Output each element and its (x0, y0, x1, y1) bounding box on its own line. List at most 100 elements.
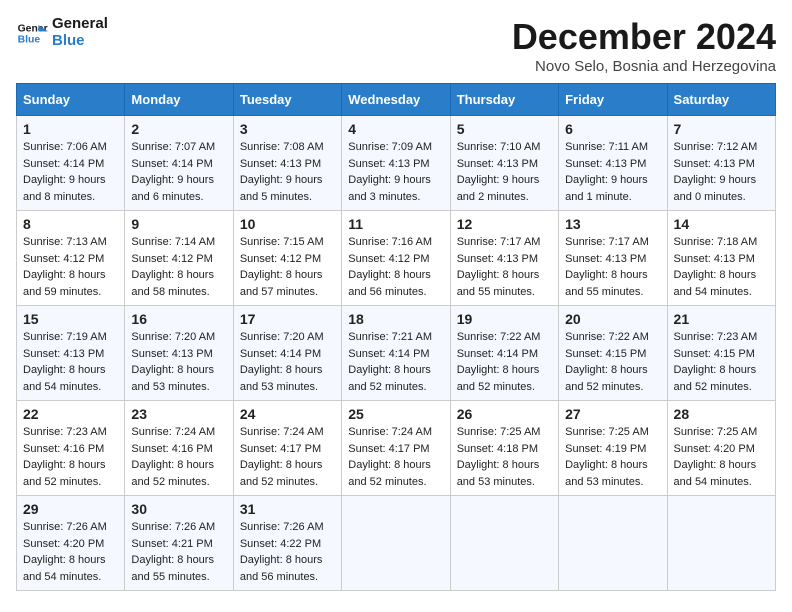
sunset-text: Sunset: 4:13 PM (674, 253, 755, 265)
daylight-text: Daylight: 8 hours and 52 minutes. (565, 364, 648, 393)
calendar-cell (559, 496, 667, 591)
day-info: Sunrise: 7:24 AM Sunset: 4:16 PM Dayligh… (131, 424, 226, 490)
day-info: Sunrise: 7:11 AM Sunset: 4:13 PM Dayligh… (565, 139, 660, 205)
day-number: 5 (457, 121, 552, 137)
sunset-text: Sunset: 4:13 PM (565, 158, 646, 170)
day-info: Sunrise: 7:26 AM Sunset: 4:21 PM Dayligh… (131, 519, 226, 585)
logo-line1: General (52, 16, 108, 33)
sunrise-text: Sunrise: 7:23 AM (23, 426, 107, 438)
day-info: Sunrise: 7:20 AM Sunset: 4:13 PM Dayligh… (131, 329, 226, 395)
sunset-text: Sunset: 4:19 PM (565, 443, 646, 455)
day-number: 24 (240, 406, 335, 422)
daylight-text: Daylight: 8 hours and 58 minutes. (131, 269, 214, 298)
day-info: Sunrise: 7:08 AM Sunset: 4:13 PM Dayligh… (240, 139, 335, 205)
day-number: 6 (565, 121, 660, 137)
daylight-text: Daylight: 8 hours and 55 minutes. (457, 269, 540, 298)
daylight-text: Daylight: 9 hours and 5 minutes. (240, 174, 323, 203)
calendar-week-row: 1 Sunrise: 7:06 AM Sunset: 4:14 PM Dayli… (17, 116, 776, 211)
day-number: 9 (131, 216, 226, 232)
sunset-text: Sunset: 4:12 PM (23, 253, 104, 265)
sunrise-text: Sunrise: 7:08 AM (240, 141, 324, 153)
daylight-text: Daylight: 8 hours and 55 minutes. (131, 554, 214, 583)
day-info: Sunrise: 7:24 AM Sunset: 4:17 PM Dayligh… (348, 424, 443, 490)
calendar-cell: 4 Sunrise: 7:09 AM Sunset: 4:13 PM Dayli… (342, 116, 450, 211)
sunset-text: Sunset: 4:22 PM (240, 538, 321, 550)
day-number: 1 (23, 121, 118, 137)
calendar-week-row: 15 Sunrise: 7:19 AM Sunset: 4:13 PM Dayl… (17, 306, 776, 401)
sunrise-text: Sunrise: 7:24 AM (240, 426, 324, 438)
sunrise-text: Sunrise: 7:24 AM (131, 426, 215, 438)
day-number: 12 (457, 216, 552, 232)
day-number: 30 (131, 501, 226, 517)
calendar-cell: 10 Sunrise: 7:15 AM Sunset: 4:12 PM Dayl… (233, 211, 341, 306)
daylight-text: Daylight: 8 hours and 52 minutes. (348, 459, 431, 488)
day-info: Sunrise: 7:15 AM Sunset: 4:12 PM Dayligh… (240, 234, 335, 300)
sunrise-text: Sunrise: 7:09 AM (348, 141, 432, 153)
day-number: 20 (565, 311, 660, 327)
day-number: 14 (674, 216, 769, 232)
day-number: 13 (565, 216, 660, 232)
daylight-text: Daylight: 9 hours and 2 minutes. (457, 174, 540, 203)
calendar-cell: 14 Sunrise: 7:18 AM Sunset: 4:13 PM Dayl… (667, 211, 775, 306)
day-info: Sunrise: 7:18 AM Sunset: 4:13 PM Dayligh… (674, 234, 769, 300)
day-number: 4 (348, 121, 443, 137)
sunrise-text: Sunrise: 7:15 AM (240, 236, 324, 248)
calendar-cell: 24 Sunrise: 7:24 AM Sunset: 4:17 PM Dayl… (233, 401, 341, 496)
day-info: Sunrise: 7:22 AM Sunset: 4:15 PM Dayligh… (565, 329, 660, 395)
calendar-cell: 17 Sunrise: 7:20 AM Sunset: 4:14 PM Dayl… (233, 306, 341, 401)
day-info: Sunrise: 7:20 AM Sunset: 4:14 PM Dayligh… (240, 329, 335, 395)
daylight-text: Daylight: 9 hours and 8 minutes. (23, 174, 106, 203)
sunset-text: Sunset: 4:13 PM (131, 348, 212, 360)
col-header-thursday: Thursday (450, 84, 558, 116)
calendar-cell: 16 Sunrise: 7:20 AM Sunset: 4:13 PM Dayl… (125, 306, 233, 401)
daylight-text: Daylight: 8 hours and 53 minutes. (565, 459, 648, 488)
calendar-week-row: 22 Sunrise: 7:23 AM Sunset: 4:16 PM Dayl… (17, 401, 776, 496)
sunrise-text: Sunrise: 7:12 AM (674, 141, 758, 153)
daylight-text: Daylight: 8 hours and 59 minutes. (23, 269, 106, 298)
day-info: Sunrise: 7:21 AM Sunset: 4:14 PM Dayligh… (348, 329, 443, 395)
day-info: Sunrise: 7:13 AM Sunset: 4:12 PM Dayligh… (23, 234, 118, 300)
day-number: 7 (674, 121, 769, 137)
day-number: 2 (131, 121, 226, 137)
sunrise-text: Sunrise: 7:17 AM (565, 236, 649, 248)
day-info: Sunrise: 7:10 AM Sunset: 4:13 PM Dayligh… (457, 139, 552, 205)
day-info: Sunrise: 7:09 AM Sunset: 4:13 PM Dayligh… (348, 139, 443, 205)
sunset-text: Sunset: 4:16 PM (23, 443, 104, 455)
calendar-cell: 28 Sunrise: 7:25 AM Sunset: 4:20 PM Dayl… (667, 401, 775, 496)
sunset-text: Sunset: 4:13 PM (457, 158, 538, 170)
sunrise-text: Sunrise: 7:07 AM (131, 141, 215, 153)
day-info: Sunrise: 7:23 AM Sunset: 4:15 PM Dayligh… (674, 329, 769, 395)
sunrise-text: Sunrise: 7:19 AM (23, 331, 107, 343)
day-number: 3 (240, 121, 335, 137)
day-info: Sunrise: 7:16 AM Sunset: 4:12 PM Dayligh… (348, 234, 443, 300)
daylight-text: Daylight: 8 hours and 56 minutes. (348, 269, 431, 298)
sunrise-text: Sunrise: 7:26 AM (23, 521, 107, 533)
calendar-cell (667, 496, 775, 591)
daylight-text: Daylight: 8 hours and 54 minutes. (23, 364, 106, 393)
daylight-text: Daylight: 8 hours and 53 minutes. (131, 364, 214, 393)
calendar-cell: 8 Sunrise: 7:13 AM Sunset: 4:12 PM Dayli… (17, 211, 125, 306)
sunrise-text: Sunrise: 7:26 AM (240, 521, 324, 533)
calendar-cell: 2 Sunrise: 7:07 AM Sunset: 4:14 PM Dayli… (125, 116, 233, 211)
sunrise-text: Sunrise: 7:20 AM (240, 331, 324, 343)
logo: General Blue General Blue (16, 16, 108, 49)
col-header-monday: Monday (125, 84, 233, 116)
daylight-text: Daylight: 8 hours and 52 minutes. (131, 459, 214, 488)
sunset-text: Sunset: 4:15 PM (674, 348, 755, 360)
sunset-text: Sunset: 4:14 PM (240, 348, 321, 360)
calendar-cell: 19 Sunrise: 7:22 AM Sunset: 4:14 PM Dayl… (450, 306, 558, 401)
day-info: Sunrise: 7:26 AM Sunset: 4:20 PM Dayligh… (23, 519, 118, 585)
sunrise-text: Sunrise: 7:17 AM (457, 236, 541, 248)
calendar-cell: 20 Sunrise: 7:22 AM Sunset: 4:15 PM Dayl… (559, 306, 667, 401)
day-number: 8 (23, 216, 118, 232)
calendar-cell: 21 Sunrise: 7:23 AM Sunset: 4:15 PM Dayl… (667, 306, 775, 401)
calendar-week-row: 8 Sunrise: 7:13 AM Sunset: 4:12 PM Dayli… (17, 211, 776, 306)
calendar-cell: 7 Sunrise: 7:12 AM Sunset: 4:13 PM Dayli… (667, 116, 775, 211)
sunset-text: Sunset: 4:18 PM (457, 443, 538, 455)
calendar-week-row: 29 Sunrise: 7:26 AM Sunset: 4:20 PM Dayl… (17, 496, 776, 591)
calendar-cell: 23 Sunrise: 7:24 AM Sunset: 4:16 PM Dayl… (125, 401, 233, 496)
sunrise-text: Sunrise: 7:23 AM (674, 331, 758, 343)
daylight-text: Daylight: 8 hours and 54 minutes. (674, 269, 757, 298)
day-number: 28 (674, 406, 769, 422)
calendar-cell: 3 Sunrise: 7:08 AM Sunset: 4:13 PM Dayli… (233, 116, 341, 211)
